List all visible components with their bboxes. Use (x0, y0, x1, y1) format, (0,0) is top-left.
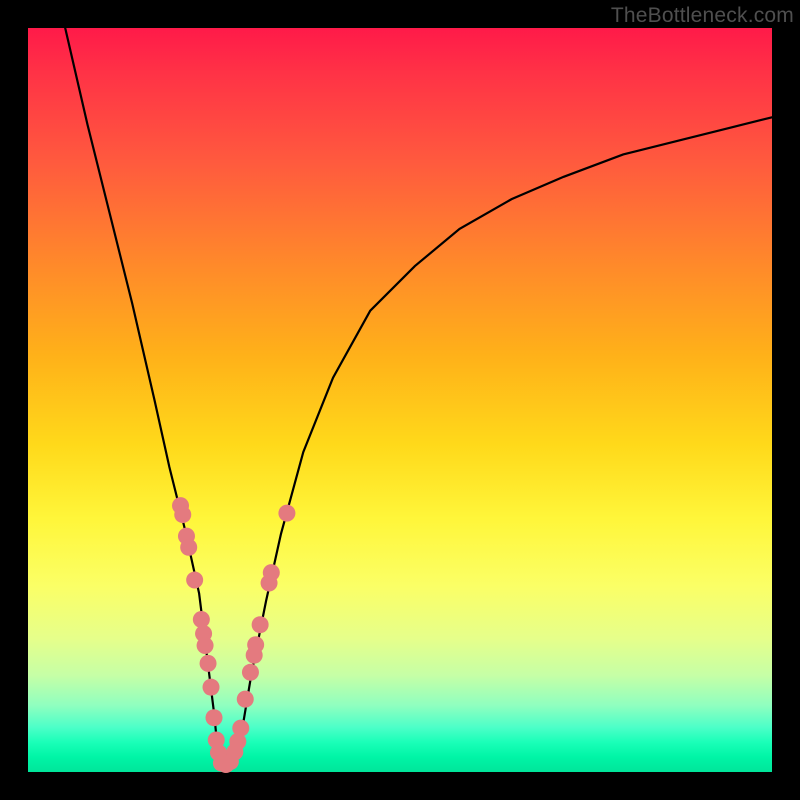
plot-area (28, 28, 772, 772)
data-point (252, 616, 269, 633)
data-points-group (172, 497, 295, 773)
data-point (203, 679, 220, 696)
data-point (174, 506, 191, 523)
data-point (247, 636, 264, 653)
data-point (200, 655, 217, 672)
data-point (206, 709, 223, 726)
data-point (278, 505, 295, 522)
bottleneck-curve (65, 28, 772, 765)
data-point (232, 720, 249, 737)
chart-svg (28, 28, 772, 772)
data-point (263, 564, 280, 581)
data-point (180, 539, 197, 556)
data-point (197, 637, 214, 654)
data-point (186, 572, 203, 589)
watermark-text: TheBottleneck.com (611, 4, 794, 28)
outer-frame: TheBottleneck.com (0, 0, 800, 800)
data-point (242, 664, 259, 681)
data-point (237, 691, 254, 708)
